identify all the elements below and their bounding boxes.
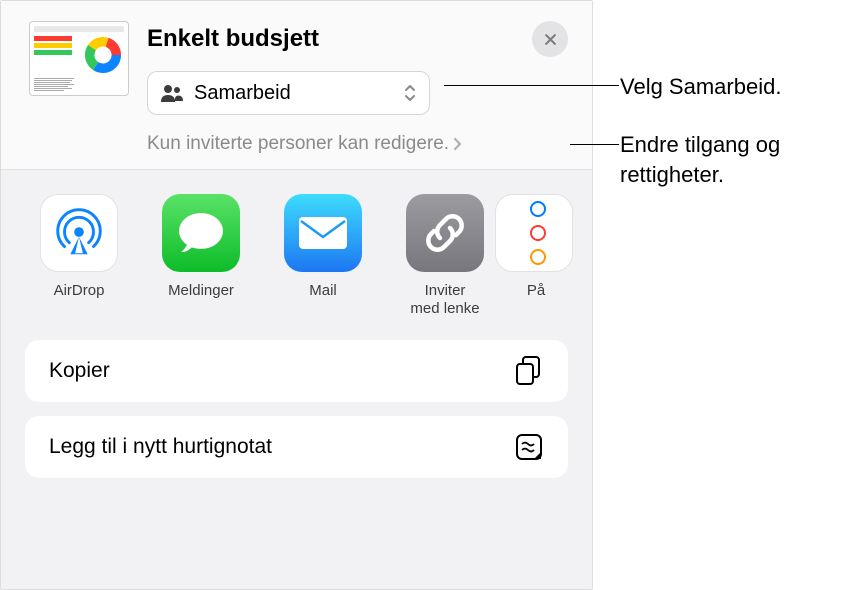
callout-line <box>570 144 619 145</box>
pie-chart-icon <box>84 36 122 74</box>
callout-collaboration: Velg Samarbeid. <box>620 72 781 102</box>
mail-icon <box>284 194 362 272</box>
share-label: AirDrop <box>54 282 105 300</box>
permissions-text: Kun inviterte personer kan redigere. <box>147 133 449 155</box>
share-target-invite-link[interactable]: Inviter med lenke <box>395 194 495 318</box>
close-button[interactable] <box>532 21 568 57</box>
collaboration-mode-label: Samarbeid <box>194 82 393 105</box>
share-label: Meldinger <box>168 282 234 300</box>
messages-icon <box>162 194 240 272</box>
share-sheet: Enkelt budsjett Samarbeid <box>0 0 593 590</box>
share-target-reminders[interactable]: På <box>517 194 551 318</box>
airdrop-icon <box>40 194 118 272</box>
share-target-airdrop[interactable]: AirDrop <box>29 194 129 318</box>
chevron-right-icon <box>453 136 463 152</box>
copy-action[interactable]: Kopier <box>25 340 568 402</box>
copy-icon <box>514 355 544 387</box>
action-label: Kopier <box>49 359 110 383</box>
document-thumbnail <box>29 21 129 96</box>
link-icon <box>406 194 484 272</box>
share-label: På <box>523 282 545 300</box>
action-label: Legg til i nytt hurtignotat <box>49 435 272 459</box>
share-targets-row: AirDrop Meldinger Mail <box>1 170 592 340</box>
reminders-icon <box>495 194 573 272</box>
title-row: Enkelt budsjett <box>147 21 568 57</box>
header-content: Enkelt budsjett Samarbeid <box>147 21 568 155</box>
people-icon <box>160 84 184 102</box>
quicknote-action[interactable]: Legg til i nytt hurtignotat <box>25 416 568 478</box>
share-target-messages[interactable]: Meldinger <box>151 194 251 318</box>
close-icon <box>543 32 558 47</box>
document-title: Enkelt budsjett <box>147 25 319 53</box>
chevron-up-down-icon <box>403 83 417 103</box>
share-label: Mail <box>309 282 337 300</box>
callout-permissions: Endre tilgang og rettigheter. <box>620 130 868 189</box>
permissions-row[interactable]: Kun inviterte personer kan redigere. <box>147 133 568 155</box>
callout-line <box>444 85 619 86</box>
share-label: Inviter med lenke <box>410 282 479 318</box>
share-target-mail[interactable]: Mail <box>273 194 373 318</box>
collaboration-mode-dropdown[interactable]: Samarbeid <box>147 71 430 115</box>
quicknote-icon <box>514 432 544 462</box>
actions-list: Kopier Legg til i nytt hurtignotat <box>1 340 592 478</box>
